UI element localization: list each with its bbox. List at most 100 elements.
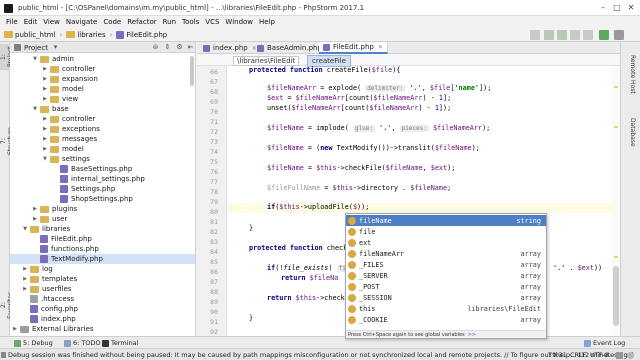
completion-item[interactable]: _POST array (346, 281, 546, 292)
completion-item[interactable]: _SESSION array (346, 292, 546, 303)
minimize-icon[interactable]: – (596, 2, 610, 13)
completion-item[interactable]: _SERVER array (346, 270, 546, 281)
code-line[interactable]: $ext = $fileNameArr[count($fileNameArr) … (267, 94, 451, 102)
structure-tool-tab[interactable]: 7: Structure (0, 126, 14, 156)
collapsed-arrow-icon[interactable]: ▶ (42, 76, 48, 82)
code-line[interactable]: $fileNameArr = explode( delimiter: '.', … (267, 84, 491, 92)
listen-debug-icon[interactable] (599, 30, 609, 40)
tree-item[interactable]: ▶ user (32, 214, 67, 224)
status-message[interactable]: Debug session was finished without being… (8, 351, 634, 359)
tree-item[interactable]: BaseSettings.php (52, 164, 132, 174)
nav-crumb-libraries[interactable]: libraries › (66, 31, 112, 39)
remote-host-tool-tab[interactable]: Remote Host (626, 48, 636, 100)
editor-scrollbar[interactable] (612, 66, 620, 336)
code-line[interactable]: if(!file_exists( fil (267, 264, 352, 272)
tree-item[interactable]: index.php (22, 314, 76, 324)
completion-item[interactable]: fileName string (346, 215, 546, 226)
collapsed-arrow-icon[interactable]: ▶ (42, 66, 48, 72)
favorites-tool-tab[interactable]: 2: Favorites (0, 288, 14, 322)
project-tool-tab[interactable]: 1: Project (0, 44, 14, 70)
scroll-thumb[interactable] (613, 266, 619, 326)
stop-icon[interactable] (583, 30, 593, 40)
tree-item[interactable]: ▶ log (22, 264, 53, 274)
tree-item[interactable]: ▶ expansion (42, 74, 98, 84)
completion-item[interactable]: _COOKIE array (346, 314, 546, 325)
tree-item[interactable]: ▶ controller (42, 64, 95, 74)
terminal-tool-button[interactable]: Terminal (102, 339, 138, 347)
maximize-icon[interactable]: □ (610, 2, 624, 13)
collapsed-arrow-icon[interactable]: ▶ (42, 96, 48, 102)
tree-item[interactable]: FileEdit.php (32, 234, 92, 244)
code-line-current[interactable]: if($this->uploadFile($)); (267, 203, 369, 211)
tree-item[interactable]: ShopSettings.php (52, 194, 133, 204)
inspector-icon[interactable] (627, 352, 634, 359)
code-line[interactable]: return $this->checkF (267, 294, 349, 302)
collapsed-arrow-icon[interactable]: ▶ (22, 266, 28, 272)
search-everywhere-icon[interactable] (614, 30, 624, 40)
collapsed-arrow-icon[interactable]: ▶ (12, 326, 18, 332)
code-line[interactable]: '.' . $ext)) (553, 264, 602, 272)
tree-item[interactable]: ▶ model (42, 84, 84, 94)
event-log-button[interactable]: Event Log (584, 339, 625, 347)
nav-crumb-root[interactable]: public_html › (4, 31, 62, 39)
tree-item[interactable]: ▼ settings (42, 154, 90, 164)
menu-vcs[interactable]: VCS (205, 18, 219, 26)
code-line[interactable]: $fileName = (new TextModify())->translit… (267, 144, 480, 152)
close-window-icon[interactable]: ✕ (624, 2, 638, 13)
tree-item[interactable]: ▶ messages (42, 134, 97, 144)
completion-item[interactable]: _FILES array (346, 259, 546, 270)
completion-more-link[interactable]: >> (468, 332, 476, 338)
collapsed-arrow-icon[interactable]: ▶ (22, 276, 28, 282)
collapsed-arrow-icon[interactable]: ▶ (42, 136, 48, 142)
tree-item[interactable]: config.php (22, 304, 78, 314)
hide-panel-icon[interactable]: ⇤ (187, 44, 194, 51)
caret-position[interactable]: 79:31 (548, 351, 567, 359)
code-line[interactable]: } (249, 314, 253, 322)
collapsed-arrow-icon[interactable]: ▶ (42, 86, 48, 92)
tab-fileedit-php[interactable]: FileEdit.php ✕ (319, 42, 388, 54)
tree-item[interactable]: ▶ plugins (32, 204, 77, 214)
collapsed-arrow-icon[interactable]: ▶ (32, 216, 38, 222)
completion-item[interactable]: fileNameArr array (346, 248, 546, 259)
expanded-arrow-icon[interactable]: ▼ (22, 226, 28, 232)
tree-item[interactable]: ▼ base (32, 104, 69, 114)
coverage-icon[interactable] (570, 30, 580, 40)
tree-item[interactable]: ▼ libraries (22, 224, 70, 234)
menu-file[interactable]: File (6, 18, 18, 26)
code-line[interactable]: $fileFullName = $this->directory . $file… (267, 184, 451, 192)
menu-help[interactable]: Help (259, 18, 275, 26)
collapsed-arrow-icon[interactable]: ▶ (42, 126, 48, 132)
tree-item[interactable]: .htaccess (22, 294, 74, 304)
tool-windows-icon[interactable] (1, 352, 6, 358)
close-tab-icon[interactable]: ✕ (378, 44, 383, 51)
menu-view[interactable]: View (43, 18, 60, 26)
expanded-arrow-icon[interactable]: ▼ (32, 56, 38, 62)
expanded-arrow-icon[interactable]: ▼ (42, 156, 48, 162)
lock-icon[interactable] (616, 352, 623, 359)
expanded-arrow-icon[interactable]: ▼ (32, 106, 38, 112)
tree-item[interactable]: ▼ admin (32, 54, 74, 64)
menu-tools[interactable]: Tools (182, 18, 199, 26)
line-separator[interactable]: CRLF (570, 351, 586, 359)
tree-item[interactable]: Settings.php (52, 184, 115, 194)
tree-item[interactable]: ▶ view (42, 94, 78, 104)
collapsed-arrow-icon[interactable]: ▶ (42, 146, 48, 152)
menu-refactor[interactable]: Refactor (127, 18, 156, 26)
menu-edit[interactable]: Edit (24, 18, 38, 26)
database-tool-tab[interactable]: Database (626, 112, 636, 152)
todo-tool-button[interactable]: 6: TODO (64, 339, 101, 347)
menu-navigate[interactable]: Navigate (66, 18, 97, 26)
tree-item[interactable]: ▶ model (42, 144, 84, 154)
menu-window[interactable]: Window (225, 18, 253, 26)
code-line[interactable]: protected function check (249, 244, 347, 252)
completion-item[interactable]: file (346, 226, 546, 237)
code-line[interactable]: unset($fileNameArr[count($fileNameArr) -… (267, 104, 451, 112)
menu-run[interactable]: Run (163, 18, 176, 26)
autoscroll-icon[interactable]: ⇕ (164, 44, 171, 51)
tree-item[interactable]: internal_settings.php (52, 174, 145, 184)
run-icon[interactable] (544, 30, 554, 40)
completion-item[interactable]: ext (346, 237, 546, 248)
debug-icon[interactable] (557, 30, 567, 40)
debug-tool-button[interactable]: 5: Debug (14, 339, 53, 347)
project-view-selector[interactable]: Project (24, 44, 48, 52)
